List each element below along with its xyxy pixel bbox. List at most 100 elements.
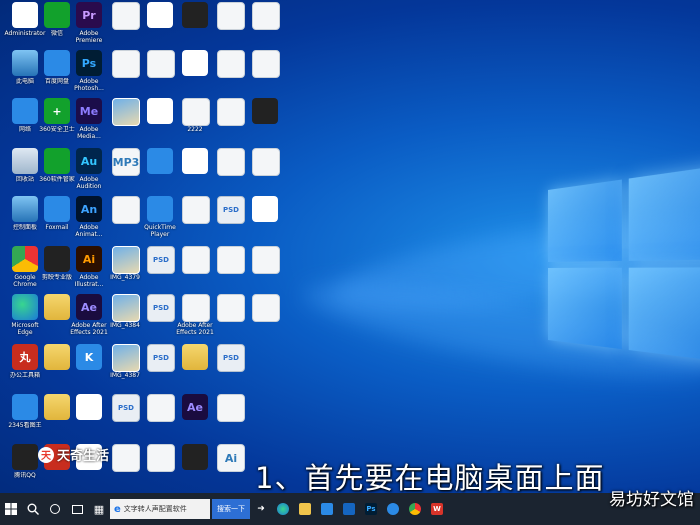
desktop-icon-label — [208, 422, 252, 436]
app-icon: PSD — [217, 344, 245, 372]
edge-icon — [277, 503, 289, 515]
desktop-icon-label — [243, 30, 287, 44]
brand-mark-icon: 天 — [38, 446, 54, 463]
app-icon — [252, 294, 280, 322]
search-go-button[interactable]: 搜索一下 — [212, 499, 250, 519]
taskbar-app-wps[interactable]: W — [426, 493, 448, 525]
task-view-icon — [71, 504, 83, 514]
folder-icon — [299, 503, 311, 515]
search-input-text: 文字转人声配置软件 — [123, 505, 187, 513]
desktop-icon[interactable]: PSD — [208, 344, 252, 390]
taskbar-app-mail[interactable] — [338, 493, 360, 525]
app-icon — [147, 50, 175, 78]
app-icon — [147, 394, 175, 422]
app-icon — [182, 50, 208, 76]
app-icon — [182, 294, 210, 322]
watermark: 易坊好文馆 — [609, 490, 694, 510]
taskbar-app-photoshop[interactable]: Ps — [360, 493, 382, 525]
desktop-icon[interactable] — [243, 294, 287, 340]
cortana-button[interactable] — [44, 493, 66, 525]
app-icon — [112, 50, 140, 78]
desktop-icon-label — [243, 322, 287, 336]
app-icon: PSD — [147, 344, 175, 372]
app-icon: Ai — [76, 246, 102, 272]
search-icon — [27, 503, 39, 515]
brand-text: 天奇生活 — [57, 449, 110, 464]
desktop-icon[interactable] — [243, 246, 287, 292]
app-icon: Ae — [182, 394, 208, 420]
taskbar-arrow-button[interactable]: ➜ — [250, 493, 272, 525]
ie-icon: e — [114, 503, 121, 515]
start-button[interactable] — [0, 493, 22, 525]
app-icon — [252, 148, 280, 176]
app-icon: Au — [76, 148, 102, 174]
app-icon: Pr — [76, 2, 102, 28]
app-icon — [76, 394, 102, 420]
app-icon — [217, 50, 245, 78]
app-icon — [112, 294, 140, 322]
arrow-right-icon: ➜ — [257, 504, 265, 514]
app-icon — [217, 98, 245, 126]
app-icon: PSD — [217, 196, 245, 224]
desktop-icon-label — [243, 224, 287, 238]
desktop[interactable]: Administrator 此电脑 网络 回收站 控制面板 Google Chrome Mi… — [0, 0, 700, 493]
windows-start-icon — [5, 503, 17, 515]
taskbar-app-edge[interactable] — [272, 493, 294, 525]
app-icon — [252, 98, 278, 124]
app-icon — [112, 344, 140, 372]
app-icon — [112, 444, 140, 472]
app-icon — [147, 2, 173, 28]
cortana-icon — [50, 504, 60, 514]
desktop-icon[interactable] — [243, 2, 287, 48]
app-icon: PSD — [147, 294, 175, 322]
search-button[interactable] — [22, 493, 44, 525]
app-icon — [217, 294, 245, 322]
desktop-icon[interactable] — [208, 394, 252, 440]
app-icon — [182, 246, 210, 274]
app-icon — [182, 344, 208, 370]
app-icon — [147, 148, 173, 174]
task-view-button[interactable] — [66, 493, 88, 525]
desktop-icon[interactable] — [243, 50, 287, 96]
desktop-icon-label — [243, 274, 287, 288]
windows-logo-wallpaper — [548, 161, 700, 379]
desktop-icon[interactable] — [243, 196, 287, 242]
app-icon — [217, 148, 245, 176]
desktop-icon-label — [243, 78, 287, 92]
taskbar: ▦ e 文字转人声配置软件 搜索一下 ➜ Ps W — [0, 493, 700, 525]
app-icon — [182, 2, 208, 28]
taskbar-app-store[interactable] — [316, 493, 338, 525]
app-icon: Ps — [76, 50, 102, 76]
app-icon: MP3 — [112, 148, 140, 176]
store-icon — [321, 503, 333, 515]
widgets-button[interactable]: ▦ — [88, 493, 110, 525]
grid-icon: ▦ — [93, 502, 105, 516]
app-icon: PSD — [112, 394, 140, 422]
app-icon — [112, 246, 140, 274]
subtitle-caption: 1、首先要在电脑桌面上面 — [255, 461, 605, 493]
browser-search-input[interactable]: e 文字转人声配置软件 — [110, 499, 210, 519]
app-icon — [147, 196, 173, 222]
desktop-icon-label — [243, 176, 287, 190]
desktop-icon[interactable]: Ai — [208, 444, 252, 490]
taskbar-app-browser[interactable] — [382, 493, 404, 525]
app-icon — [217, 2, 245, 30]
desktop-icon-label — [208, 372, 252, 386]
app-icon — [252, 246, 280, 274]
taskbar-app-chrome[interactable] — [404, 493, 426, 525]
app-icon — [217, 246, 245, 274]
taskbar-app-explorer[interactable] — [294, 493, 316, 525]
app-icon — [182, 148, 208, 174]
chrome-icon — [409, 503, 421, 515]
desktop-icon[interactable] — [243, 148, 287, 194]
desktop-icon-label — [208, 472, 252, 486]
app-icon — [112, 2, 140, 30]
brand-logo: 天 天奇生活 — [38, 445, 109, 464]
app-icon: Ai — [217, 444, 245, 472]
desktop-icon[interactable] — [243, 98, 287, 144]
app-icon — [182, 196, 210, 224]
app-icon — [147, 444, 175, 472]
app-icon — [112, 98, 140, 126]
desktop-icon-label — [243, 126, 287, 140]
mail-icon — [343, 503, 355, 515]
